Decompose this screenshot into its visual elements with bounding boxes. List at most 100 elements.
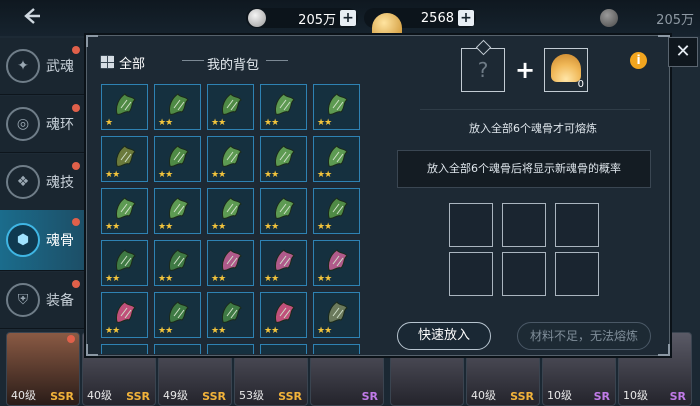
bag-item-cell[interactable]: ★★	[101, 136, 148, 182]
hero-rank: SSR	[278, 390, 302, 403]
bag-item-cell[interactable]: ★★	[260, 240, 307, 286]
hero-level: 10级	[623, 389, 648, 402]
bag-item-cell[interactable]: ★★	[207, 84, 254, 130]
bag-item-cell[interactable]: ★★	[207, 188, 254, 234]
bag-item-cell[interactable]: ★★	[260, 292, 307, 338]
soul-bone-icon	[217, 90, 245, 118]
silver-coin-icon	[248, 9, 266, 27]
bag-item-cell[interactable]: ★★	[154, 136, 201, 182]
bag-item-cell[interactable]: ★★	[313, 136, 360, 182]
dark-coin-icon	[600, 9, 618, 27]
hero-rank: SSR	[202, 390, 226, 403]
notification-dot	[72, 46, 80, 54]
filter-all-button[interactable]: 全部	[100, 53, 145, 72]
nav-item-soul-skill[interactable]: ❖ 魂技	[0, 154, 86, 211]
bag-item-cell[interactable]	[101, 344, 148, 354]
bone-slot[interactable]	[502, 203, 546, 247]
bone-slot[interactable]	[555, 252, 599, 296]
soul-bone-icon	[111, 246, 139, 274]
title-deco	[266, 60, 288, 61]
soul-bone-icon	[164, 142, 192, 170]
nav-item-soul-ring[interactable]: ◎ 魂环	[0, 96, 86, 153]
bag-item-cell[interactable]: ★★	[313, 84, 360, 130]
silver-resource: 205万 +	[246, 8, 358, 28]
bag-item-cell[interactable]: ★★	[313, 240, 360, 286]
bag-item-cell[interactable]: ★★	[207, 240, 254, 286]
soul-bone-icon	[111, 142, 139, 170]
soul-bone-icon	[270, 90, 298, 118]
soul-ring-icon: ◎	[6, 107, 40, 141]
star-rating: ★★	[105, 170, 120, 180]
bag-item-cell[interactable]	[207, 344, 254, 354]
top-bar: 205万 + 2568 + 205万	[0, 0, 700, 41]
bag-item-cell[interactable]: ★★	[101, 292, 148, 338]
hero-level: 40级	[11, 389, 36, 402]
bag-item-cell[interactable]: ★	[101, 84, 148, 130]
corner-deco	[658, 344, 670, 356]
bone-slot[interactable]	[449, 203, 493, 247]
bag-item-cell[interactable]	[313, 344, 360, 354]
close-button[interactable]: ✕	[668, 37, 698, 67]
bag-item-cell[interactable]: ★★	[260, 136, 307, 182]
bone-slot[interactable]	[449, 252, 493, 296]
soul-bone-icon	[270, 246, 298, 274]
silver-value: 205万	[298, 12, 336, 28]
bone-slot[interactable]	[555, 203, 599, 247]
hero-level: 53级	[239, 389, 264, 402]
bag-item-cell[interactable]: ★★	[101, 188, 148, 234]
hero-rank: SR	[593, 390, 610, 403]
star-rating: ★★	[158, 118, 173, 128]
fuse-button[interactable]: 材料不足，无法熔炼	[517, 322, 651, 350]
bag-item-cell[interactable]: ★★	[313, 188, 360, 234]
star-rating: ★★	[211, 170, 226, 180]
add-shell-button[interactable]: +	[458, 10, 474, 26]
nav-item-equipment[interactable]: ⛨ 装备	[0, 272, 86, 329]
martial-soul-icon: ✦	[6, 49, 40, 83]
hero-level: 40级	[471, 389, 496, 402]
soul-bone-icon	[164, 298, 192, 326]
soul-bone-icon	[217, 246, 245, 274]
bag-item-cell[interactable]: ★★	[207, 136, 254, 182]
star-rating: ★★	[158, 326, 173, 336]
back-arrow-icon[interactable]	[22, 6, 42, 32]
bag-item-cell[interactable]: ★★	[154, 292, 201, 338]
corner-deco	[86, 35, 98, 47]
bone-slot[interactable]	[502, 252, 546, 296]
bag-item-cell[interactable]: ★★	[101, 240, 148, 286]
soul-bone-icon	[323, 142, 351, 170]
shell-resource: 2568 +	[364, 8, 476, 41]
quick-fill-button[interactable]: 快速放入	[397, 322, 491, 350]
bag-item-cell[interactable]: ★★	[260, 188, 307, 234]
soul-bone-icon	[111, 298, 139, 326]
soul-bone-icon	[270, 194, 298, 222]
material-slot[interactable]: 0	[544, 48, 588, 92]
star-rating: ★★	[105, 326, 120, 336]
soul-bone-icon	[323, 246, 351, 274]
star-rating: ★★	[317, 274, 332, 284]
gold-shell-icon	[551, 54, 581, 82]
soul-bone-icon	[323, 194, 351, 222]
nav-label: 武魂	[46, 59, 74, 75]
nav-item-soul-bone[interactable]: ⬢ 魂骨	[0, 210, 86, 271]
bag-item-cell[interactable]: ★★	[207, 292, 254, 338]
soul-bone-icon	[270, 142, 298, 170]
corner-deco	[86, 344, 98, 356]
bag-item-cell[interactable]: ★★	[154, 84, 201, 130]
bag-item-cell[interactable]	[260, 344, 307, 354]
nav-item-martial-soul[interactable]: ✦ 武魂	[0, 38, 86, 95]
bag-item-cell[interactable]: ★★	[313, 292, 360, 338]
notification-dot	[72, 280, 80, 288]
dark-resource: 205万	[598, 8, 698, 28]
star-rating: ★★	[158, 274, 173, 284]
hero-card[interactable]: 40级 SSR	[6, 332, 80, 406]
hero-rank: SR	[361, 390, 378, 403]
bag-item-cell[interactable]: ★★	[154, 240, 201, 286]
info-icon[interactable]: i	[630, 52, 647, 69]
bag-item-cell[interactable]	[154, 344, 201, 354]
bag-item-cell[interactable]: ★★	[154, 188, 201, 234]
soul-bone-icon	[164, 246, 192, 274]
bag-item-cell[interactable]: ★★	[260, 84, 307, 130]
hero-rank: SSR	[50, 390, 74, 403]
soul-bone-icon	[323, 90, 351, 118]
add-silver-button[interactable]: +	[340, 10, 356, 26]
